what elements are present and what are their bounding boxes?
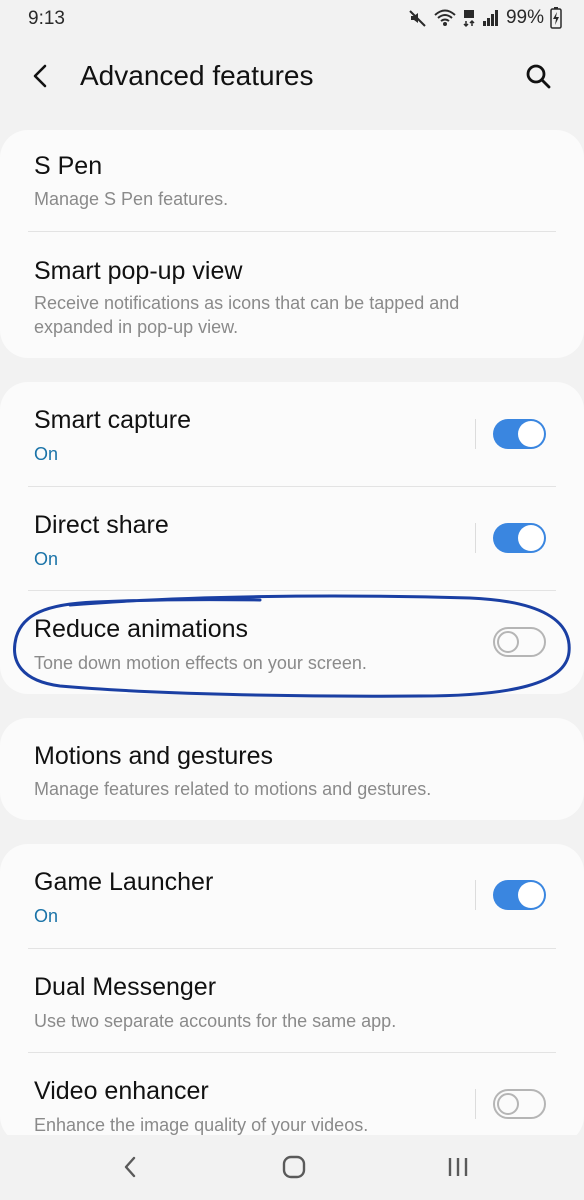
list-item-s-pen[interactable]: S Pen Manage S Pen features. (0, 130, 584, 232)
list-item-video-enhancer[interactable]: Video enhancer Enhance the image quality… (0, 1053, 584, 1144)
item-title: Dual Messenger (34, 973, 217, 1001)
mute-icon (409, 10, 426, 27)
separator (475, 880, 476, 910)
smart-capture-toggle[interactable] (493, 419, 546, 449)
item-title: Smart pop-up view (34, 257, 243, 285)
item-subtitle: Use two separate accounts for the same a… (34, 1011, 397, 1031)
navigation-bar (0, 1135, 584, 1200)
app-bar: Advanced features (0, 44, 584, 108)
toggle-knob (497, 631, 519, 653)
search-button[interactable] (520, 58, 556, 94)
direct-share-toggle[interactable] (493, 523, 546, 553)
status-bar: 9:13 99% (0, 0, 584, 38)
item-title: S Pen (34, 152, 103, 180)
item-subtitle: Manage features related to motions and g… (34, 779, 432, 799)
item-status: On (34, 444, 59, 464)
home-icon (282, 1155, 306, 1179)
separator (475, 523, 476, 553)
item-subtitle: Enhance the image quality of your videos… (34, 1115, 369, 1135)
list-item-dual-messenger[interactable]: Dual Messenger Use two separate accounts… (0, 949, 584, 1053)
video-enhancer-toggle[interactable] (493, 1089, 546, 1119)
back-button[interactable] (22, 58, 58, 94)
battery-charging-icon (550, 7, 562, 29)
item-title: Game Launcher (34, 868, 214, 896)
toggle-knob (518, 421, 544, 447)
list-item-motions-and-gestures[interactable]: Motions and gestures Manage features rel… (0, 718, 584, 820)
nav-back-button[interactable] (108, 1149, 152, 1185)
settings-card-1: S Pen Manage S Pen features. Smart pop-u… (0, 130, 584, 358)
item-title: Motions and gestures (34, 742, 274, 770)
item-title: Reduce animations (34, 615, 249, 643)
wifi-icon (434, 9, 456, 26)
item-status: On (34, 549, 59, 569)
back-arrow-icon (33, 64, 47, 88)
recents-icon (448, 1158, 468, 1176)
list-item-game-launcher[interactable]: Game Launcher On (0, 844, 584, 948)
page-title: Advanced features (80, 60, 314, 91)
item-title: Video enhancer (34, 1077, 209, 1105)
status-time: 9:13 (28, 8, 65, 29)
nav-home-button[interactable] (272, 1149, 316, 1185)
settings-card-3: Motions and gestures Manage features rel… (0, 718, 584, 820)
separator (475, 1089, 476, 1119)
reduce-animations-toggle[interactable] (493, 627, 546, 657)
search-icon (526, 64, 551, 89)
nav-back-icon (124, 1156, 136, 1178)
nav-recents-button[interactable] (436, 1149, 480, 1185)
item-subtitle: Tone down motion effects on your screen. (34, 653, 367, 673)
settings-card-2: Smart capture On Direct share On Reduce … (0, 382, 584, 694)
settings-card-4: Game Launcher On Dual Messenger Use two … (0, 844, 584, 1144)
separator (475, 419, 476, 449)
data-4g-icon (463, 10, 475, 28)
item-title: Direct share (34, 511, 169, 539)
status-icons: 99% (408, 6, 562, 30)
toggle-knob (497, 1093, 519, 1115)
signal-icon (482, 10, 498, 26)
list-item-direct-share[interactable]: Direct share On (0, 487, 584, 591)
list-item-reduce-animations[interactable]: Reduce animations Tone down motion effec… (0, 591, 584, 694)
toggle-knob (518, 525, 544, 551)
item-subtitle-line-1: Receive notifications as icons that can … (34, 293, 460, 313)
item-status: On (34, 906, 59, 926)
toggle-knob (518, 882, 544, 908)
item-subtitle: Manage S Pen features. (34, 189, 229, 209)
item-subtitle-line-2: expanded in pop-up view. (34, 317, 239, 337)
battery-percent: 99% (505, 7, 544, 28)
item-title: Smart capture (34, 406, 192, 434)
game-launcher-toggle[interactable] (493, 880, 546, 910)
list-item-smart-popup-view[interactable]: Smart pop-up view Receive notifications … (0, 232, 584, 358)
list-item-smart-capture[interactable]: Smart capture On (0, 382, 584, 486)
